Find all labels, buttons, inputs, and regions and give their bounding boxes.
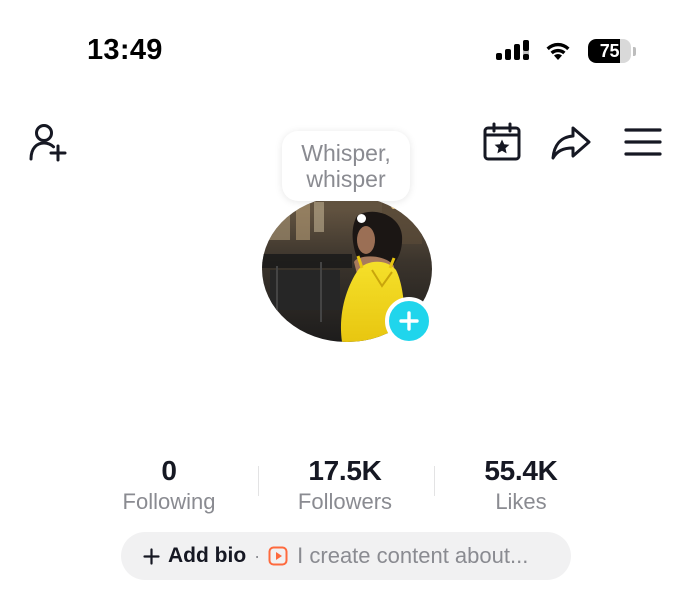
wifi-icon	[546, 42, 570, 60]
status-icons: 75	[494, 38, 636, 64]
followers-count: 17.5K	[308, 455, 382, 486]
battery-level: 75	[599, 40, 620, 61]
bio-placeholder: I create content about...	[297, 543, 529, 568]
note-bubble[interactable]: Whisper, whisper	[282, 131, 410, 201]
add-bio-label: Add bio	[168, 544, 247, 567]
bio-separator: ·	[254, 545, 261, 566]
following-count: 0	[161, 455, 177, 486]
status-time: 13:49	[87, 34, 163, 66]
plus-icon	[399, 311, 419, 331]
followers-label: Followers	[297, 489, 393, 514]
note-bubble-tail	[357, 214, 366, 223]
likes-count: 55.4K	[484, 455, 558, 486]
note-bubble-line1: Whisper,	[301, 140, 391, 166]
play-icon	[268, 546, 288, 566]
share-icon[interactable]	[549, 122, 593, 162]
note-bubble-line2: whisper	[306, 166, 386, 192]
stat-followers[interactable]: 17.5K Followers	[256, 456, 434, 517]
stat-likes[interactable]: 55.4K Likes	[432, 456, 610, 517]
following-label: Following	[122, 489, 216, 514]
add-bio-button[interactable]: Add bio · I create content about...	[121, 532, 571, 580]
plus-icon	[143, 547, 160, 565]
menu-icon[interactable]	[623, 125, 663, 159]
profile-stats: 0 Following 17.5K Followers 55.4K Likes	[80, 456, 610, 516]
signal-icon	[496, 40, 529, 60]
add-friend-icon[interactable]	[27, 122, 71, 162]
stat-following[interactable]: 0 Following	[80, 456, 258, 517]
battery-icon: 75	[588, 38, 636, 64]
likes-label: Likes	[495, 489, 547, 514]
calendar-star-icon[interactable]	[481, 122, 523, 162]
add-avatar-button[interactable]	[385, 297, 433, 345]
